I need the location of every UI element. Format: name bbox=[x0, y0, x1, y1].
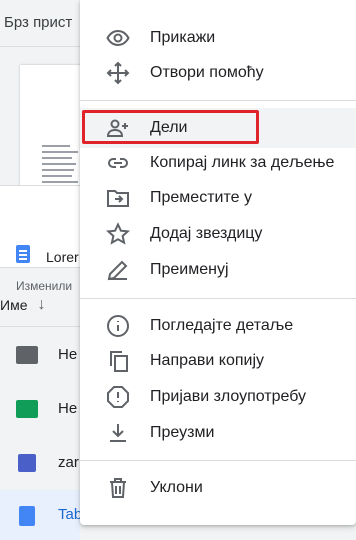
eye-icon bbox=[106, 26, 130, 50]
list-divider bbox=[0, 326, 80, 327]
star-icon bbox=[106, 222, 130, 246]
arrow-down-icon: ↓ bbox=[37, 296, 46, 313]
document-icon bbox=[16, 245, 30, 263]
menu-item-remove[interactable]: Уклони bbox=[80, 468, 356, 508]
menu-item-label: Додај звездицу bbox=[150, 225, 263, 242]
info-icon bbox=[106, 314, 130, 338]
row-label: Tab bbox=[58, 506, 83, 523]
row-label: Не bbox=[58, 346, 78, 363]
trash-icon bbox=[106, 476, 130, 500]
person-add-icon bbox=[106, 116, 130, 140]
menu-item-label: Погледајте детаље bbox=[150, 317, 294, 334]
list-row[interactable]: zar bbox=[0, 438, 80, 488]
move-arrows-icon bbox=[106, 61, 130, 85]
menu-item-share[interactable]: Дели bbox=[80, 108, 356, 148]
menu-item-label: Прикажи bbox=[150, 29, 216, 46]
menu-item-move-to[interactable]: Преместите у bbox=[80, 178, 356, 218]
menu-item-label: Отвори помоћу bbox=[150, 64, 264, 81]
link-icon bbox=[106, 151, 130, 175]
move-to-folder-icon bbox=[106, 186, 130, 210]
copy-icon bbox=[106, 349, 130, 373]
list-row-selected[interactable]: Tab bbox=[0, 490, 83, 540]
menu-item-open-with[interactable]: Отвори помоћу bbox=[80, 53, 356, 93]
menu-divider bbox=[80, 460, 356, 461]
menu-item-label: Копирај линк за дељење bbox=[150, 154, 335, 171]
card-subtitle: Изменили bbox=[16, 279, 73, 293]
menu-item-label: Преузми bbox=[150, 424, 215, 441]
report-icon bbox=[106, 385, 130, 409]
menu-item-label: Преименуј bbox=[150, 261, 229, 278]
list-row[interactable]: Не bbox=[0, 384, 80, 434]
menu-item-add-star[interactable]: Додај звездицу bbox=[80, 214, 356, 254]
form-icon bbox=[18, 454, 36, 472]
menu-item-copy-link[interactable]: Копирај линк за дељење bbox=[80, 143, 356, 183]
card-title: Lorer bbox=[46, 249, 79, 265]
menu-divider bbox=[80, 298, 356, 299]
menu-item-preview[interactable]: Прикажи bbox=[80, 18, 356, 58]
download-icon bbox=[106, 421, 130, 445]
menu-item-download[interactable]: Преузми bbox=[80, 413, 356, 453]
menu-divider bbox=[80, 100, 356, 101]
document-icon bbox=[19, 506, 35, 526]
menu-item-report-abuse[interactable]: Пријави злоупотребу bbox=[80, 377, 356, 417]
list-sort-header[interactable]: Име ↓ bbox=[0, 296, 45, 314]
menu-item-label: Преместите у bbox=[150, 189, 252, 206]
menu-item-make-copy[interactable]: Направи копију bbox=[80, 341, 356, 381]
sort-label: Име bbox=[0, 297, 28, 313]
quick-access-label: Брз прист bbox=[4, 14, 73, 31]
folder-icon bbox=[16, 346, 38, 364]
list-row[interactable]: Не bbox=[0, 330, 80, 380]
menu-item-label: Направи копију bbox=[150, 352, 265, 369]
row-label: zar bbox=[58, 454, 79, 471]
menu-item-label: Пријави злоупотребу bbox=[150, 388, 307, 405]
menu-item-label: Уклони bbox=[150, 479, 203, 496]
context-menu: Прикажи Отвори помоћу Дели Копирај линк … bbox=[80, 0, 356, 525]
menu-item-view-details[interactable]: Погледајте детаље bbox=[80, 306, 356, 346]
shared-folder-icon bbox=[16, 400, 38, 418]
row-label: Не bbox=[58, 400, 78, 417]
menu-item-rename[interactable]: Преименуј bbox=[80, 250, 356, 290]
pencil-icon bbox=[106, 258, 130, 282]
menu-item-label: Дели bbox=[150, 119, 188, 136]
